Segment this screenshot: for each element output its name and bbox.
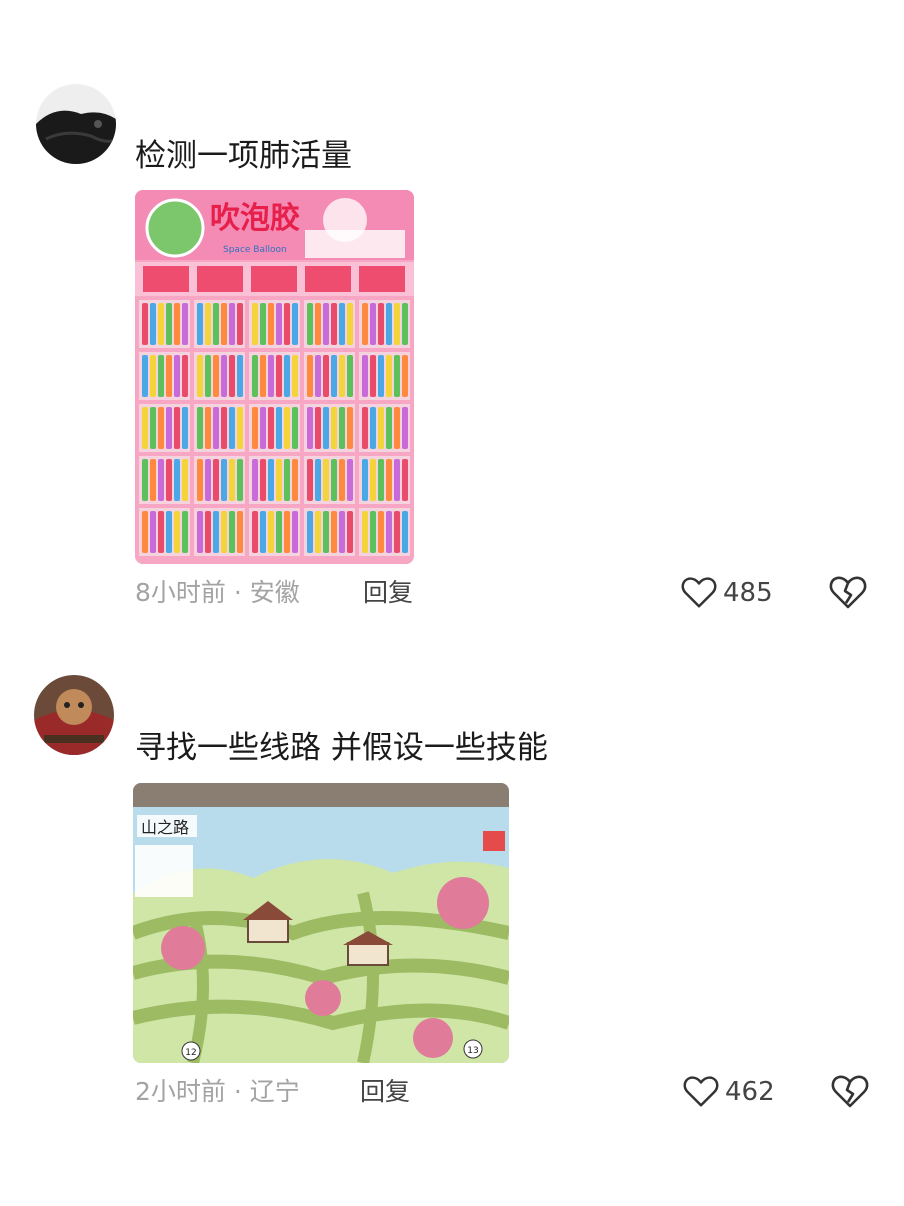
comment-location: 辽宁 bbox=[249, 1077, 300, 1106]
avatar[interactable] bbox=[36, 84, 116, 164]
broken-heart-icon bbox=[831, 1075, 869, 1108]
like-count: 485 bbox=[723, 578, 773, 608]
dislike-button[interactable] bbox=[828, 573, 868, 613]
heart-outline-icon bbox=[683, 1076, 719, 1107]
comment-image[interactable]: 山之路 12 13 bbox=[133, 783, 509, 1063]
like-count: 462 bbox=[725, 1077, 775, 1107]
meta-separator: · bbox=[233, 1077, 242, 1106]
dislike-button[interactable] bbox=[830, 1072, 870, 1112]
reply-button[interactable]: 回复 bbox=[360, 1075, 410, 1109]
comment-meta: 8小时前 · 安徽 bbox=[135, 576, 300, 610]
package-subtitle: Space Balloon bbox=[223, 245, 287, 255]
avatar[interactable] bbox=[34, 675, 114, 755]
heart-outline-icon bbox=[681, 577, 717, 608]
page-number-right: 13 bbox=[467, 1046, 478, 1056]
comment-text: 寻找一些线路 并假设一些技能 bbox=[135, 730, 548, 766]
page-number-left: 12 bbox=[185, 1048, 196, 1058]
package-title: 吹泡胶 bbox=[210, 201, 300, 236]
broken-heart-icon bbox=[829, 576, 867, 609]
like-button[interactable]: 485 bbox=[680, 573, 773, 613]
like-button[interactable]: 462 bbox=[682, 1072, 775, 1112]
comment-location: 安徽 bbox=[249, 578, 300, 607]
reply-button[interactable]: 回复 bbox=[363, 576, 413, 610]
map-title: 山之路 bbox=[141, 818, 189, 837]
meta-separator: · bbox=[233, 578, 242, 607]
comment-image[interactable]: 吹泡胶 Space Balloon bbox=[135, 190, 414, 564]
comment-text: 检测一项肺活量 bbox=[135, 138, 352, 174]
comment-meta: 2小时前 · 辽宁 bbox=[135, 1075, 300, 1109]
comment-time: 8小时前 bbox=[135, 578, 226, 607]
comment-time: 2小时前 bbox=[135, 1077, 226, 1106]
